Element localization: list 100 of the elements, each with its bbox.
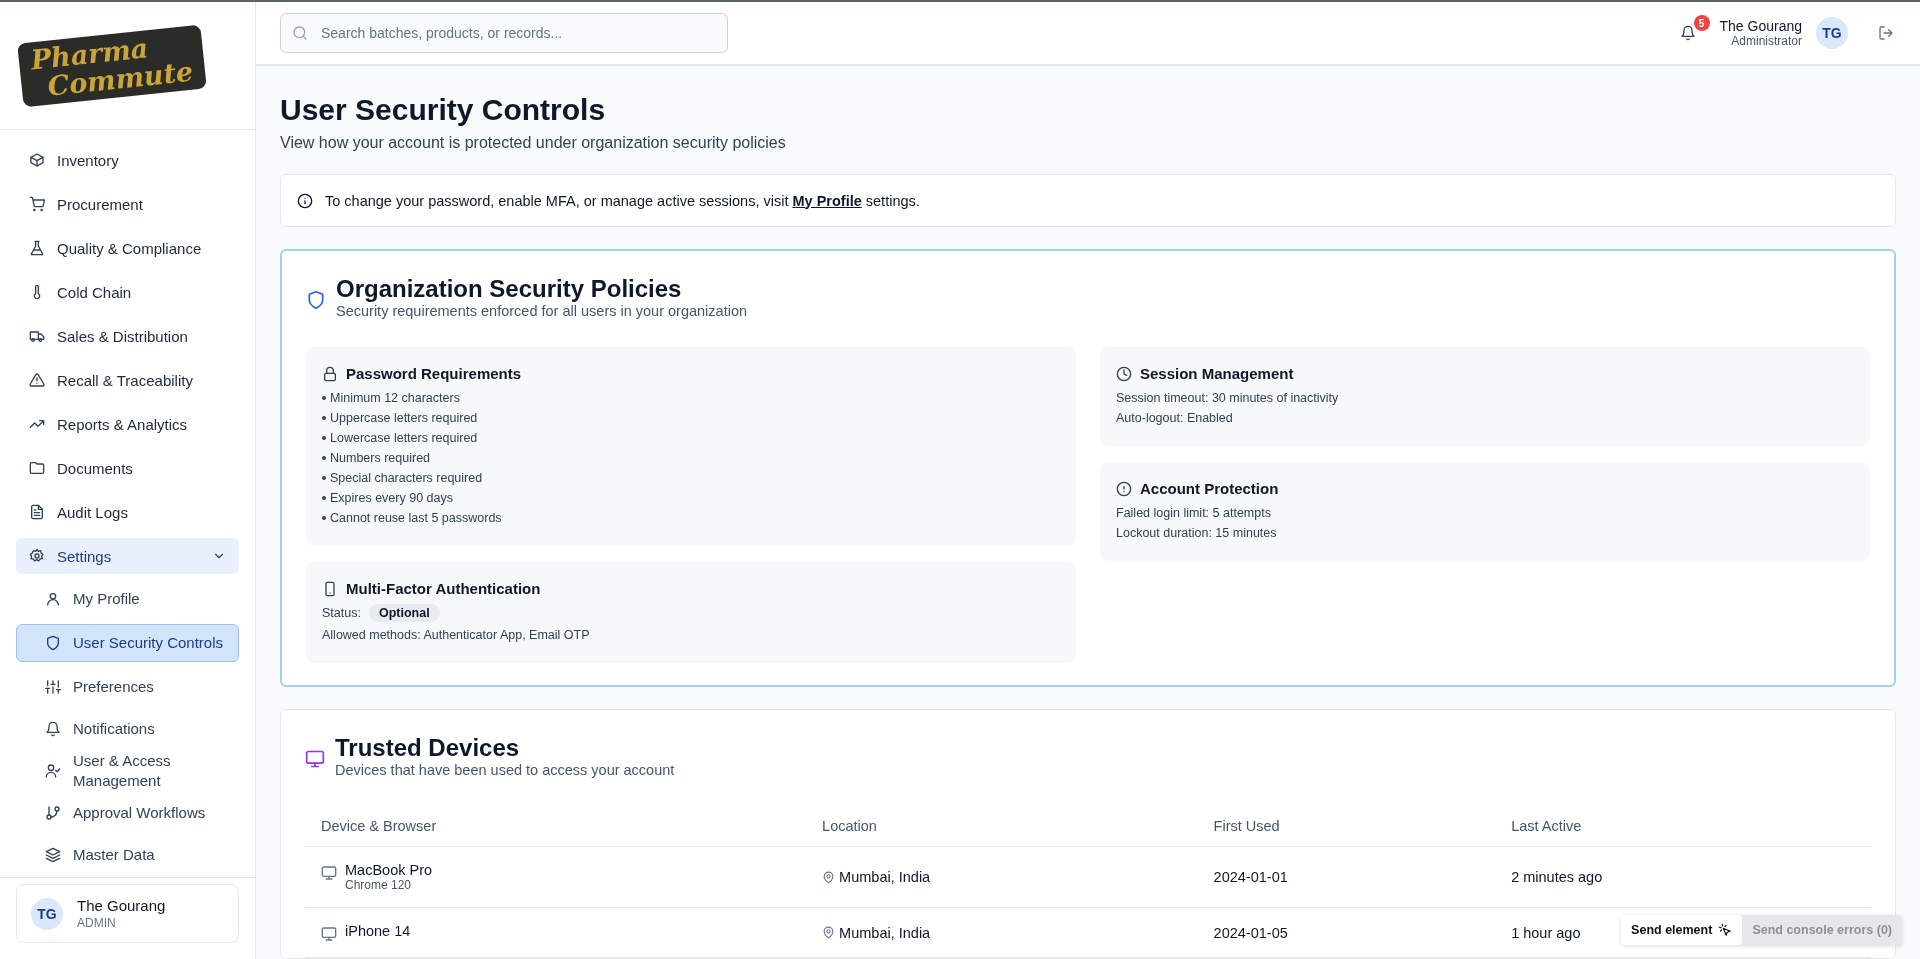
sliders-icon bbox=[45, 679, 61, 695]
bullet-icon bbox=[322, 436, 326, 440]
column-header: Location bbox=[806, 806, 1198, 847]
table-cell: Mumbai, India bbox=[839, 869, 931, 885]
bell-icon bbox=[1679, 25, 1696, 41]
nav-item[interactable]: Quality & Compliance bbox=[16, 230, 239, 266]
status-badge: Optional bbox=[368, 604, 440, 622]
column-header: First Used bbox=[1197, 806, 1496, 847]
policy-text: Lowercase letters required bbox=[330, 430, 478, 447]
column-header: Device & Browser bbox=[305, 806, 807, 847]
branch-icon bbox=[45, 805, 61, 821]
card-title: Trusted Devices bbox=[335, 734, 521, 762]
bullet-icon bbox=[322, 496, 326, 500]
monitor-icon bbox=[321, 865, 337, 881]
monitor-icon bbox=[305, 749, 325, 769]
user-check-icon bbox=[45, 763, 61, 779]
nav-item[interactable]: Recall & Traceability bbox=[16, 362, 239, 398]
my-profile-link[interactable]: My Profile bbox=[792, 192, 862, 209]
nav-item[interactable]: My Profile bbox=[16, 582, 239, 616]
table-cell: 2 minutes ago bbox=[1511, 869, 1603, 885]
panel-title: Multi-Factor Authentication bbox=[346, 580, 541, 597]
avatar: TG bbox=[31, 897, 63, 930]
monitor-icon bbox=[321, 926, 337, 942]
phone-icon bbox=[322, 580, 338, 597]
policy-text: Special characters required bbox=[330, 470, 483, 487]
nav-item[interactable]: User Security Controls bbox=[16, 624, 239, 662]
bullet-icon bbox=[322, 456, 326, 460]
info-icon bbox=[297, 192, 313, 209]
card-title: Organization Security Policies bbox=[336, 275, 683, 303]
policy-text: Uppercase letters required bbox=[330, 410, 478, 427]
user-role: Administrator bbox=[1730, 34, 1802, 48]
box-icon bbox=[29, 152, 45, 168]
table-cell: Mumbai, India bbox=[839, 924, 931, 941]
location-pin-icon bbox=[822, 926, 836, 939]
shield-icon bbox=[45, 635, 61, 651]
alert-circle-icon bbox=[1116, 480, 1132, 497]
policy-text: Lockout duration: 15 minutes bbox=[1116, 525, 1278, 542]
bullet-icon bbox=[322, 516, 326, 520]
toolbar-button[interactable]: Send element bbox=[1621, 915, 1743, 945]
user-name: The Gourang bbox=[1719, 18, 1802, 34]
bell-icon bbox=[45, 721, 61, 737]
card-subtitle: Devices that have been used to access your account bbox=[335, 762, 675, 778]
user-role: ADMIN bbox=[77, 916, 117, 930]
warning-icon bbox=[29, 372, 45, 388]
folder-icon bbox=[29, 460, 45, 476]
policy-text: Minimum 12 characters bbox=[330, 390, 460, 407]
policy-text: Numbers required bbox=[330, 450, 431, 467]
policy-text: Auto-logout: Enabled bbox=[1116, 410, 1234, 427]
bullet-icon bbox=[322, 396, 326, 400]
status-label: Status: bbox=[322, 605, 361, 622]
policy-text: Allowed methods: Authenticator App, Email OTP bbox=[322, 627, 591, 644]
document-icon bbox=[29, 504, 45, 520]
page-title: User Security Controls bbox=[280, 92, 607, 128]
clock-icon bbox=[1116, 365, 1132, 382]
table-cell: 2024-01-01 bbox=[1213, 869, 1288, 885]
flask-icon bbox=[29, 240, 45, 256]
user-name: The Gourang bbox=[77, 897, 166, 914]
nav-item[interactable]: Preferences bbox=[16, 670, 239, 704]
card-subtitle: Security requirements enforced for all users in your organization bbox=[336, 303, 748, 319]
nav-item[interactable]: Approval Workflows bbox=[16, 796, 239, 830]
nav-item[interactable]: Reports & Analytics bbox=[16, 406, 239, 442]
policy-text: Failed login limit: 5 attempts bbox=[1116, 505, 1272, 522]
search-field[interactable]: Search batches, products, or records... bbox=[280, 13, 728, 53]
notification-badge: 5 bbox=[1693, 15, 1710, 31]
nav-item[interactable]: User & Access Management bbox=[16, 754, 239, 788]
device-name: MacBook Pro bbox=[345, 862, 433, 878]
location-pin-icon bbox=[822, 870, 836, 884]
policy-text: Cannot reuse last 5 passwords bbox=[330, 510, 502, 527]
truck-icon bbox=[29, 328, 45, 344]
table-cell: 1 hour ago bbox=[1511, 924, 1581, 941]
panel-title: Account Protection bbox=[1140, 480, 1279, 497]
user-card[interactable]: TG The Gourang ADMIN bbox=[16, 884, 239, 943]
nav-item[interactable]: Sales & Distribution bbox=[16, 318, 239, 354]
table-cell: 2024-01-05 bbox=[1213, 924, 1288, 941]
nav-item[interactable]: Cold Chain bbox=[16, 274, 239, 310]
page-subtitle: View how your account is protected under organization security policies bbox=[280, 134, 787, 152]
policy-text: Session timeout: 30 minutes of inactivity bbox=[1116, 390, 1340, 407]
nav-item[interactable]: Settings bbox=[16, 538, 239, 574]
avatar[interactable]: TG bbox=[1816, 17, 1848, 49]
nav-item[interactable]: Inventory bbox=[16, 142, 239, 178]
policy-text: Expires every 90 days bbox=[330, 490, 453, 507]
layers-icon bbox=[45, 847, 61, 863]
device-name: iPhone 14 bbox=[345, 923, 411, 939]
browser-name: Chrome 120 bbox=[345, 878, 413, 892]
shield-icon bbox=[306, 290, 326, 310]
info-text: To change your password, enable MFA, or manage active sessions, visit My Profile settings. bbox=[325, 192, 920, 209]
cart-icon bbox=[29, 196, 45, 212]
bullet-icon bbox=[322, 476, 326, 480]
settings-icon bbox=[29, 548, 45, 564]
bullet-icon bbox=[322, 416, 326, 420]
nav-item[interactable]: Master Data bbox=[16, 838, 239, 872]
panel-title: Password Requirements bbox=[346, 365, 522, 382]
logout-icon bbox=[1878, 25, 1894, 41]
nav-item[interactable]: Documents bbox=[16, 450, 239, 486]
column-header: Last Active bbox=[1495, 806, 1871, 847]
pointer-icon bbox=[1718, 923, 1733, 937]
panel-title: Session Management bbox=[1140, 365, 1294, 382]
nav-item[interactable]: Procurement bbox=[16, 186, 239, 222]
nav-item[interactable]: Audit Logs bbox=[16, 494, 239, 530]
nav-item[interactable]: Notifications bbox=[16, 712, 239, 746]
